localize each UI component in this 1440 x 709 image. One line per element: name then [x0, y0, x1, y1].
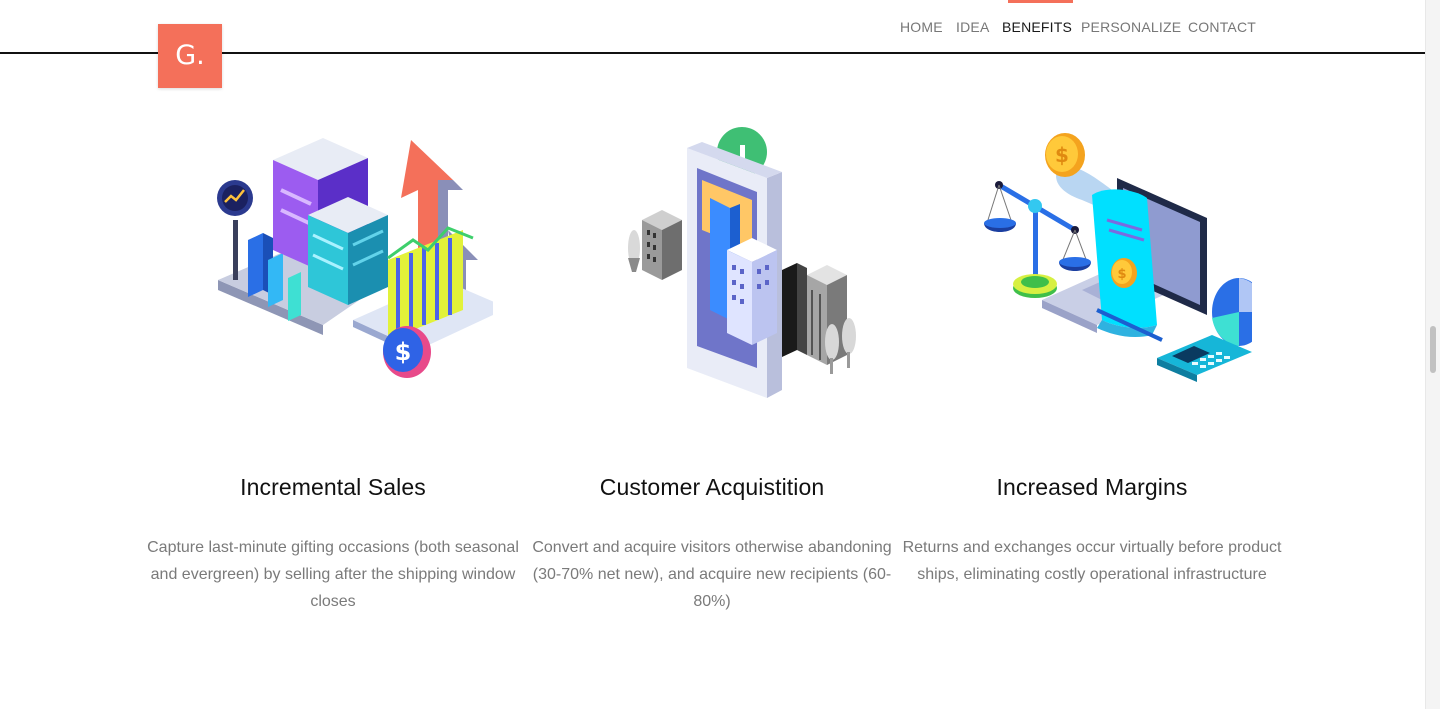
page-scrollbar[interactable]: [1425, 0, 1440, 709]
feature-title: Incremental Sales: [240, 474, 426, 500]
nav-home[interactable]: HOME: [900, 19, 943, 35]
svg-text:$: $: [1055, 143, 1069, 167]
nav-idea[interactable]: IDEA: [956, 19, 989, 35]
isometric-phone-city-icon: [628, 127, 856, 398]
active-nav-indicator: [1008, 0, 1073, 3]
svg-text:$: $: [395, 338, 412, 366]
svg-text:$: $: [1117, 267, 1126, 282]
feature-increased-margins: $ $ Increased Margins Returns and exchan…: [902, 120, 1282, 583]
isometric-sales-growth-icon: $: [217, 138, 493, 378]
feature-incremental-sales: $ Incremental Sales Capture last-minute …: [143, 120, 523, 610]
isometric-laptop-scale-icon: $ $: [984, 133, 1252, 382]
feature-description: Capture last-minute gifting occasions (b…: [147, 539, 519, 610]
feature-description: Returns and exchanges occur virtually be…: [902, 539, 1282, 583]
nav-benefits[interactable]: BENEFITS: [1002, 19, 1072, 35]
page: HOME IDEA BENEFITS PERSONALIZE CONTACT G…: [0, 0, 1425, 709]
site-logo[interactable]: G.: [158, 24, 222, 88]
nav-contact[interactable]: CONTACT: [1188, 19, 1256, 35]
feature-customer-acquisition: Customer Acquistition Convert and acquir…: [522, 120, 902, 610]
scrollbar-thumb[interactable]: [1430, 326, 1436, 373]
feature-title: Increased Margins: [996, 474, 1188, 500]
nav-personalize[interactable]: PERSONALIZE: [1081, 19, 1181, 35]
feature-title: Customer Acquistition: [599, 474, 825, 500]
feature-description: Convert and acquire visitors otherwise a…: [532, 539, 892, 610]
